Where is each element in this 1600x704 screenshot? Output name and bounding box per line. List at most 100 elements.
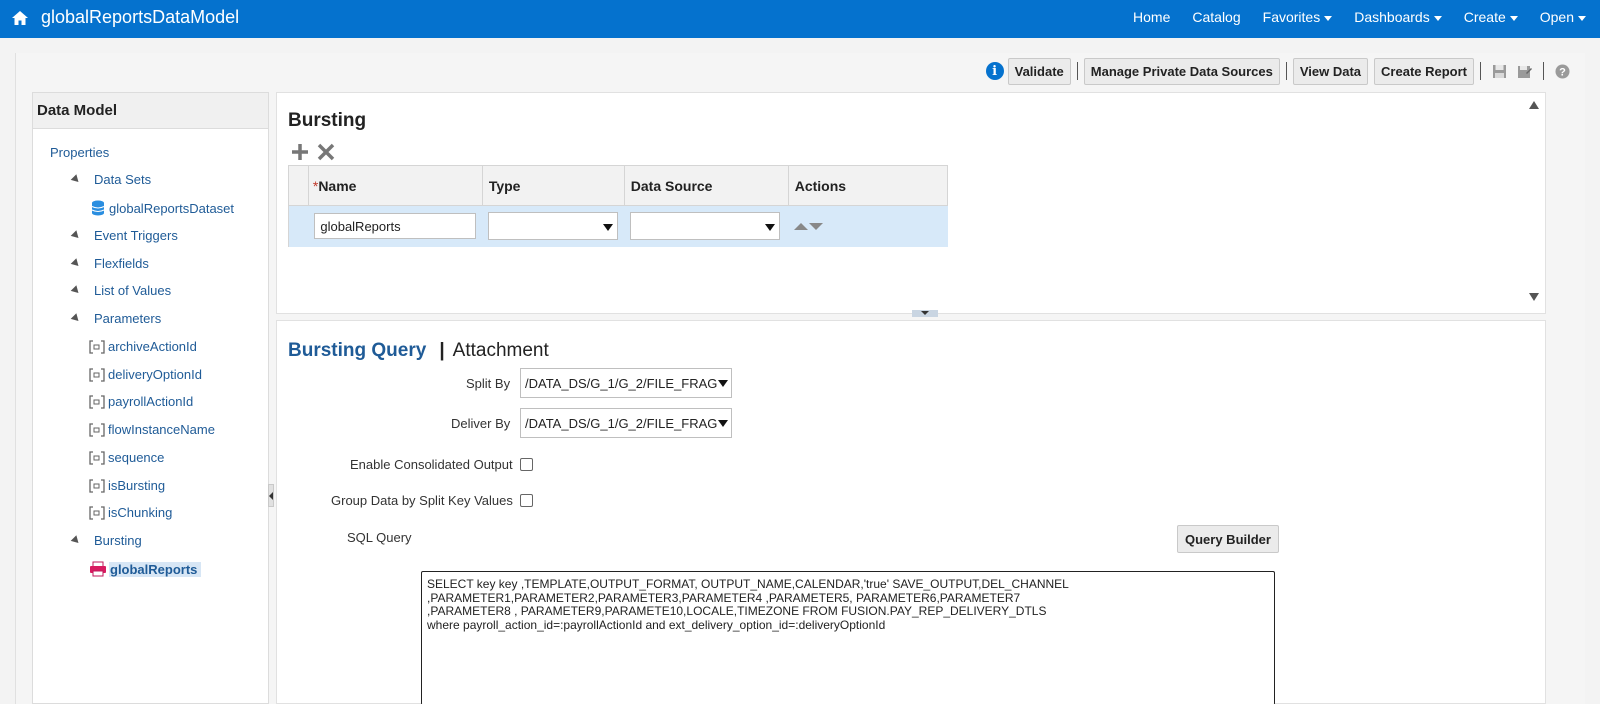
- collapse-triangle-icon[interactable]: [70, 174, 82, 185]
- tree-bursting[interactable]: Bursting: [70, 533, 142, 548]
- tree-parameter-item[interactable]: payrollActionId: [89, 394, 193, 409]
- chevron-down-icon: [1433, 15, 1442, 21]
- printer-icon: [90, 561, 106, 577]
- tree-list-of-values-label: List of Values: [94, 283, 172, 298]
- parameter-icon: [89, 339, 105, 354]
- tree-parameter-label: deliveryOptionId: [108, 367, 202, 382]
- deliver-by-label: Deliver By: [451, 416, 511, 431]
- add-icon[interactable]: [291, 143, 309, 161]
- nav-favorites-label: Favorites: [1262, 9, 1321, 25]
- move-up-icon[interactable]: [794, 222, 809, 230]
- tab-bursting-query[interactable]: Bursting Query: [288, 340, 426, 362]
- parameter-icon: [89, 450, 105, 465]
- tree-parameter-item[interactable]: deliveryOptionId: [89, 367, 202, 382]
- nav-catalog[interactable]: Catalog: [1192, 9, 1240, 25]
- top-nav: Home Catalog Favorites Dashboards Create…: [1111, 0, 1586, 34]
- deliver-by-select[interactable]: /DATA_DS/G_1/G_2/FILE_FRAGMENT: [520, 408, 732, 438]
- data-model-title: Data Model: [33, 93, 268, 129]
- top-bar: globalReportsDataModel Home Catalog Favo…: [0, 0, 1600, 38]
- toolbar-separator: [1285, 62, 1287, 80]
- chevron-down-icon: [1324, 15, 1333, 21]
- tree-flexfields-label: Flexfields: [94, 256, 149, 271]
- tree-event-triggers-label: Event Triggers: [94, 228, 178, 243]
- tree-properties[interactable]: Properties: [50, 145, 109, 160]
- group-by-split-key-label: Group Data by Split Key Values: [331, 493, 513, 508]
- bursting-panel: Bursting *Name Type Data Source Actions …: [276, 92, 1546, 314]
- panel-collapse-handle[interactable]: [268, 484, 274, 507]
- tab-attachment[interactable]: Attachment: [453, 340, 549, 362]
- tree-parameter-item[interactable]: isBursting: [89, 478, 165, 493]
- collapse-triangle-icon[interactable]: [70, 230, 82, 241]
- row-selector[interactable]: [288, 205, 309, 247]
- type-select[interactable]: [488, 212, 619, 241]
- tree-event-triggers[interactable]: Event Triggers: [70, 228, 178, 243]
- column-header-actions[interactable]: Actions: [787, 165, 949, 206]
- tree-parameter-label: flowInstanceName: [108, 422, 215, 437]
- nav-home-label: Home: [1133, 9, 1171, 25]
- tree-parameter-item[interactable]: archiveActionId: [89, 339, 197, 354]
- name-input[interactable]: globalReports: [314, 213, 477, 240]
- chevron-down-icon: [1509, 15, 1518, 21]
- toolbar-separator: [1543, 62, 1544, 80]
- nav-dashboards[interactable]: Dashboards: [1354, 9, 1442, 25]
- tree-parameter-item[interactable]: isChunking: [89, 505, 172, 520]
- query-builder-button[interactable]: Query Builder: [1177, 525, 1279, 553]
- nav-create[interactable]: Create: [1464, 9, 1518, 25]
- help-icon[interactable]: ?: [1555, 64, 1570, 79]
- sql-query-editor[interactable]: SELECT key key ,TEMPLATE,OUTPUT_FORMAT, …: [421, 571, 1275, 704]
- consolidated-output-checkbox[interactable]: [520, 458, 533, 471]
- parameter-icon: [89, 422, 105, 437]
- column-header-name[interactable]: *Name: [307, 165, 483, 206]
- data-model-panel: Data Model Properties Data Sets globalRe…: [32, 92, 269, 704]
- panel-splitter[interactable]: [912, 310, 938, 317]
- validate-button[interactable]: Validate: [1007, 57, 1071, 85]
- column-header-type[interactable]: Type: [481, 165, 625, 206]
- tree-data-sets-label: Data Sets: [94, 172, 152, 187]
- split-by-select[interactable]: /DATA_DS/G_1/G_2/FILE_FRAGMENT: [520, 368, 732, 398]
- table-row[interactable]: globalReports: [288, 205, 948, 247]
- actions-cell: [788, 205, 948, 247]
- scroll-down-arrow-icon[interactable]: [1529, 293, 1539, 301]
- parameter-icon: [89, 394, 105, 409]
- tree-data-sets[interactable]: Data Sets: [70, 172, 152, 187]
- database-icon: [91, 200, 105, 216]
- create-report-button[interactable]: Create Report: [1374, 57, 1474, 85]
- tree-flexfields[interactable]: Flexfields: [70, 256, 149, 271]
- nav-open[interactable]: Open: [1540, 9, 1586, 25]
- data-source-select[interactable]: [630, 212, 781, 241]
- tree-parameter-item[interactable]: flowInstanceName: [89, 422, 215, 437]
- parameter-icon: [89, 367, 105, 382]
- tree-list-of-values[interactable]: List of Values: [70, 283, 172, 298]
- toolbar-separator: [1480, 62, 1481, 80]
- nav-create-label: Create: [1463, 9, 1506, 25]
- tree-dataset-item[interactable]: globalReportsDataset: [91, 200, 234, 216]
- tab-separator: |: [439, 340, 445, 361]
- tree-parameters-label: Parameters: [94, 311, 162, 326]
- manage-private-data-sources-button[interactable]: Manage Private Data Sources: [1083, 57, 1280, 85]
- toolbar-separator: [1076, 62, 1078, 80]
- view-data-button[interactable]: View Data: [1292, 57, 1369, 85]
- group-by-split-key-checkbox[interactable]: [520, 494, 533, 507]
- query-tabs: Bursting Query | Attachment: [288, 340, 549, 362]
- parameter-icon: [89, 478, 105, 493]
- scroll-up-arrow-icon[interactable]: [1529, 101, 1539, 109]
- tree-parameters[interactable]: Parameters: [70, 311, 162, 326]
- column-header-data-source[interactable]: Data Source: [623, 165, 789, 206]
- tree-parameter-label: payrollActionId: [108, 394, 194, 409]
- nav-home[interactable]: Home: [1133, 9, 1170, 25]
- collapse-triangle-icon[interactable]: [70, 258, 82, 269]
- save-as-icon[interactable]: [1517, 64, 1532, 79]
- move-down-icon[interactable]: [809, 222, 824, 230]
- delete-icon[interactable]: [317, 143, 335, 161]
- nav-favorites[interactable]: Favorites: [1263, 9, 1333, 25]
- collapse-triangle-icon[interactable]: [70, 535, 82, 546]
- data-source-cell: [624, 205, 789, 247]
- split-by-label: Split By: [466, 376, 511, 391]
- collapse-triangle-icon[interactable]: [70, 285, 82, 296]
- tree-bursting-item[interactable]: globalReports: [89, 561, 202, 577]
- save-icon[interactable]: [1492, 64, 1507, 79]
- collapse-triangle-icon[interactable]: [70, 313, 82, 324]
- tree-parameter-item[interactable]: sequence: [89, 450, 164, 465]
- home-icon[interactable]: [11, 9, 29, 27]
- info-icon[interactable]: i: [985, 62, 1004, 80]
